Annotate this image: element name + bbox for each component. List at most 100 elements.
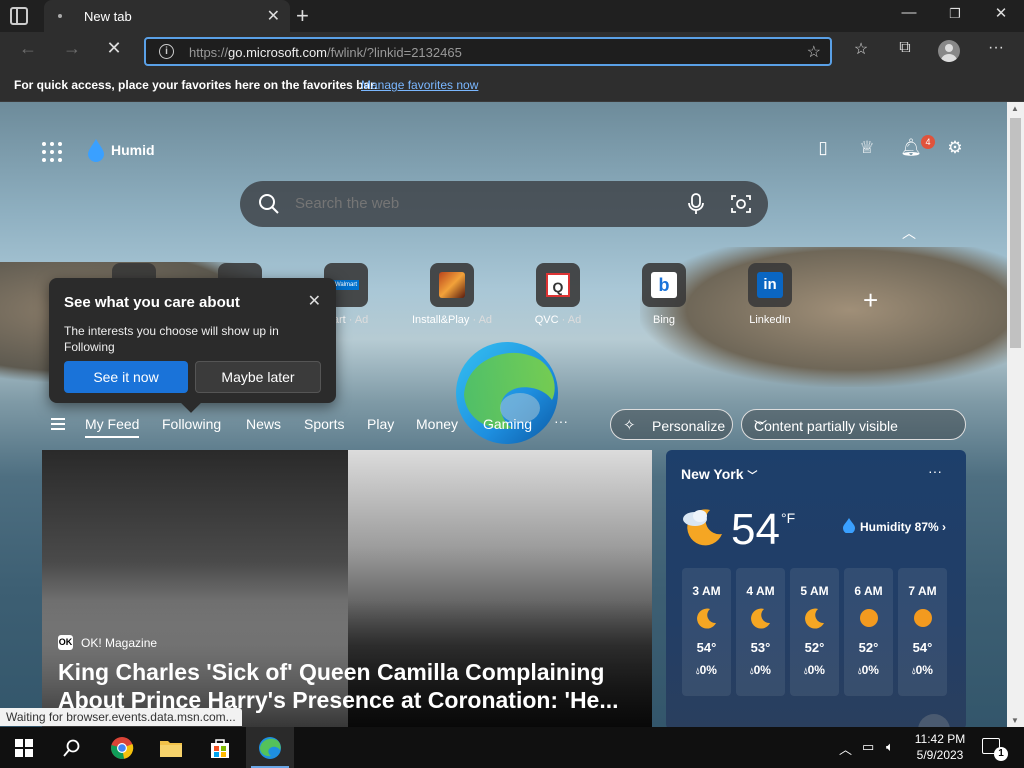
store-taskbar-button[interactable]	[196, 727, 244, 768]
taskbar-search-button[interactable]	[48, 727, 96, 768]
weather-city[interactable]: New York ﹀	[681, 466, 757, 482]
manage-favorites-link[interactable]: Manage favorites now	[361, 78, 478, 92]
popup-body: The interests you choose will show up in…	[64, 324, 279, 354]
quick-link-label: LinkedIn	[749, 314, 791, 326]
favorites-icon[interactable]: ☆	[848, 39, 874, 63]
hourly-forecast[interactable]: 7 AM 54° 💧︎0%	[898, 568, 947, 696]
mobile-icon[interactable]: ▯	[810, 138, 836, 164]
app-launcher-icon[interactable]	[42, 142, 62, 162]
forward-icon[interactable]: →	[58, 38, 86, 64]
file-explorer-taskbar-button[interactable]	[147, 727, 195, 768]
site-info-icon[interactable]: i	[159, 44, 174, 59]
url-text[interactable]: https://go.microsoft.com/fwlink/?linkid=…	[189, 45, 462, 60]
quick-link-install-play[interactable]: Install&Play · Ad	[407, 263, 497, 326]
weather-label[interactable]: Humid	[111, 142, 155, 158]
scroll-thumb[interactable]	[1010, 118, 1021, 348]
quick-link-bing[interactable]: b Bing	[619, 263, 709, 326]
personalize-label: Personalize	[652, 418, 726, 434]
search-icon	[259, 194, 279, 214]
publisher-name: OK! Magazine	[81, 636, 158, 650]
popup-title: See what you care about	[64, 294, 240, 311]
partly-cloudy-night-icon	[683, 509, 722, 546]
taskbar: ︿ ▭ 🔈︎ 11:42 PM 5/9/2023 1	[0, 727, 1024, 768]
page-settings-icon[interactable]: ⚙	[942, 138, 968, 164]
weather-card[interactable]: New York ﹀ ··· 54 °F Humidity 87% › 3 AM…	[666, 450, 966, 727]
more-tabs-icon[interactable]: ···	[554, 413, 568, 429]
action-center-badge: 1	[994, 747, 1008, 761]
tab-title: New tab	[84, 9, 132, 24]
menu-icon[interactable]	[51, 418, 65, 433]
status-bar: Waiting for browser.events.data.msn.com.…	[0, 708, 242, 726]
maybe-later-button[interactable]: Maybe later	[195, 361, 321, 393]
headline[interactable]: King Charles 'Sick of' Queen Camilla Com…	[58, 658, 648, 714]
add-favorite-icon[interactable]: ☆	[807, 42, 821, 62]
close-window-icon[interactable]: ✕	[978, 4, 1024, 28]
new-tab-page: Humid ▯ ♕ 🔔︎ 4 ⚙ ︿ Walmart mart · Ad Ins…	[0, 102, 1007, 727]
content-visibility-dropdown[interactable]: Content partially visible ﹀	[741, 409, 966, 440]
page-scrollbar[interactable]: ▲ ▼	[1007, 102, 1024, 727]
tab-play[interactable]: Play	[367, 416, 394, 432]
microphone-icon[interactable]	[687, 193, 705, 215]
settings-more-icon[interactable]: ···	[983, 39, 1009, 63]
tab-following[interactable]: Following	[162, 416, 221, 432]
tab-actions-icon[interactable]	[10, 7, 28, 25]
search-input[interactable]	[295, 195, 655, 212]
close-popup-icon[interactable]: ✕	[308, 291, 321, 311]
edge-taskbar-button[interactable]	[246, 727, 294, 768]
hourly-forecast[interactable]: 6 AM 52° 💧︎0%	[844, 568, 893, 696]
quick-link-label: Install&Play	[411, 314, 470, 326]
personalize-button[interactable]: ✧ Personalize	[610, 409, 733, 440]
new-tab-icon[interactable]: +	[296, 3, 309, 29]
add-quick-link-icon[interactable]: +	[863, 285, 878, 316]
restore-icon[interactable]: ❐	[932, 6, 978, 30]
start-button[interactable]	[0, 727, 48, 768]
rewards-icon[interactable]: ♕	[854, 138, 880, 164]
chevron-down-icon: ﹀	[754, 419, 768, 434]
humidity-icon	[88, 139, 104, 162]
show-hidden-icons-icon[interactable]: ︿	[839, 739, 852, 758]
profile-avatar[interactable]	[938, 40, 960, 62]
volume-icon[interactable]: 🔈︎	[886, 739, 894, 755]
weather-more-icon[interactable]: ···	[928, 463, 942, 479]
hero-news-card[interactable]: OK OK! Magazine King Charles 'Sick of' Q…	[42, 450, 652, 727]
store-icon	[211, 738, 229, 758]
tab-new-tab[interactable]: New tab ✕	[44, 0, 290, 32]
sun-icon	[898, 606, 947, 630]
quick-link-linkedin[interactable]: in LinkedIn	[725, 263, 815, 326]
hourly-forecast[interactable]: 4 AM 53° 💧︎0%	[736, 568, 785, 696]
tab-sports[interactable]: Sports	[304, 416, 344, 432]
tab-gaming[interactable]: Gaming	[483, 416, 532, 432]
stop-loading-icon[interactable]: ✕	[100, 38, 128, 64]
bing-icon: b	[642, 263, 686, 307]
scroll-up-icon[interactable]: ▲	[1011, 104, 1019, 113]
hourly-forecast[interactable]: 3 AM 54° 💧︎0%	[682, 568, 731, 696]
temperature-unit[interactable]: °F	[781, 510, 795, 526]
visual-search-icon[interactable]	[730, 193, 752, 215]
humidity-value[interactable]: Humidity 87% ›	[860, 520, 946, 534]
feed-navigation: My Feed Following News Sports Play Money…	[0, 407, 1007, 441]
system-clock[interactable]: 11:42 PM 5/9/2023	[910, 731, 970, 763]
scroll-down-icon[interactable]: ▼	[1011, 716, 1019, 725]
close-tab-icon[interactable]: ✕	[267, 6, 280, 26]
network-icon[interactable]: ▭	[862, 739, 874, 755]
loading-icon	[58, 14, 62, 18]
quick-link-qvc[interactable]: Q QVC · Ad	[513, 263, 603, 326]
tab-news[interactable]: News	[246, 416, 281, 432]
collapse-chevron-icon[interactable]: ︿	[902, 223, 916, 243]
chrome-taskbar-button[interactable]	[98, 727, 146, 768]
back-icon[interactable]: ←	[14, 38, 42, 64]
ad-label: · Ad	[561, 314, 582, 326]
collections-icon[interactable]: ⧉	[892, 39, 918, 63]
edge-icon	[259, 736, 281, 759]
tab-my-feed[interactable]: My Feed	[85, 416, 140, 438]
address-bar[interactable]: i https://go.microsoft.com/fwlink/?linki…	[144, 37, 832, 66]
tab-money[interactable]: Money	[416, 416, 458, 432]
action-center-icon[interactable]: 1	[982, 738, 1008, 761]
publisher-logo-icon: OK	[58, 635, 73, 650]
quick-link-label: QVC	[534, 314, 559, 326]
see-it-now-button[interactable]: See it now	[64, 361, 188, 393]
hourly-forecast[interactable]: 5 AM 52° 💧︎0%	[790, 568, 839, 696]
favorites-hint: For quick access, place your favorites h…	[14, 78, 378, 92]
search-box[interactable]	[240, 181, 768, 227]
minimize-icon[interactable]: —	[886, 4, 932, 28]
